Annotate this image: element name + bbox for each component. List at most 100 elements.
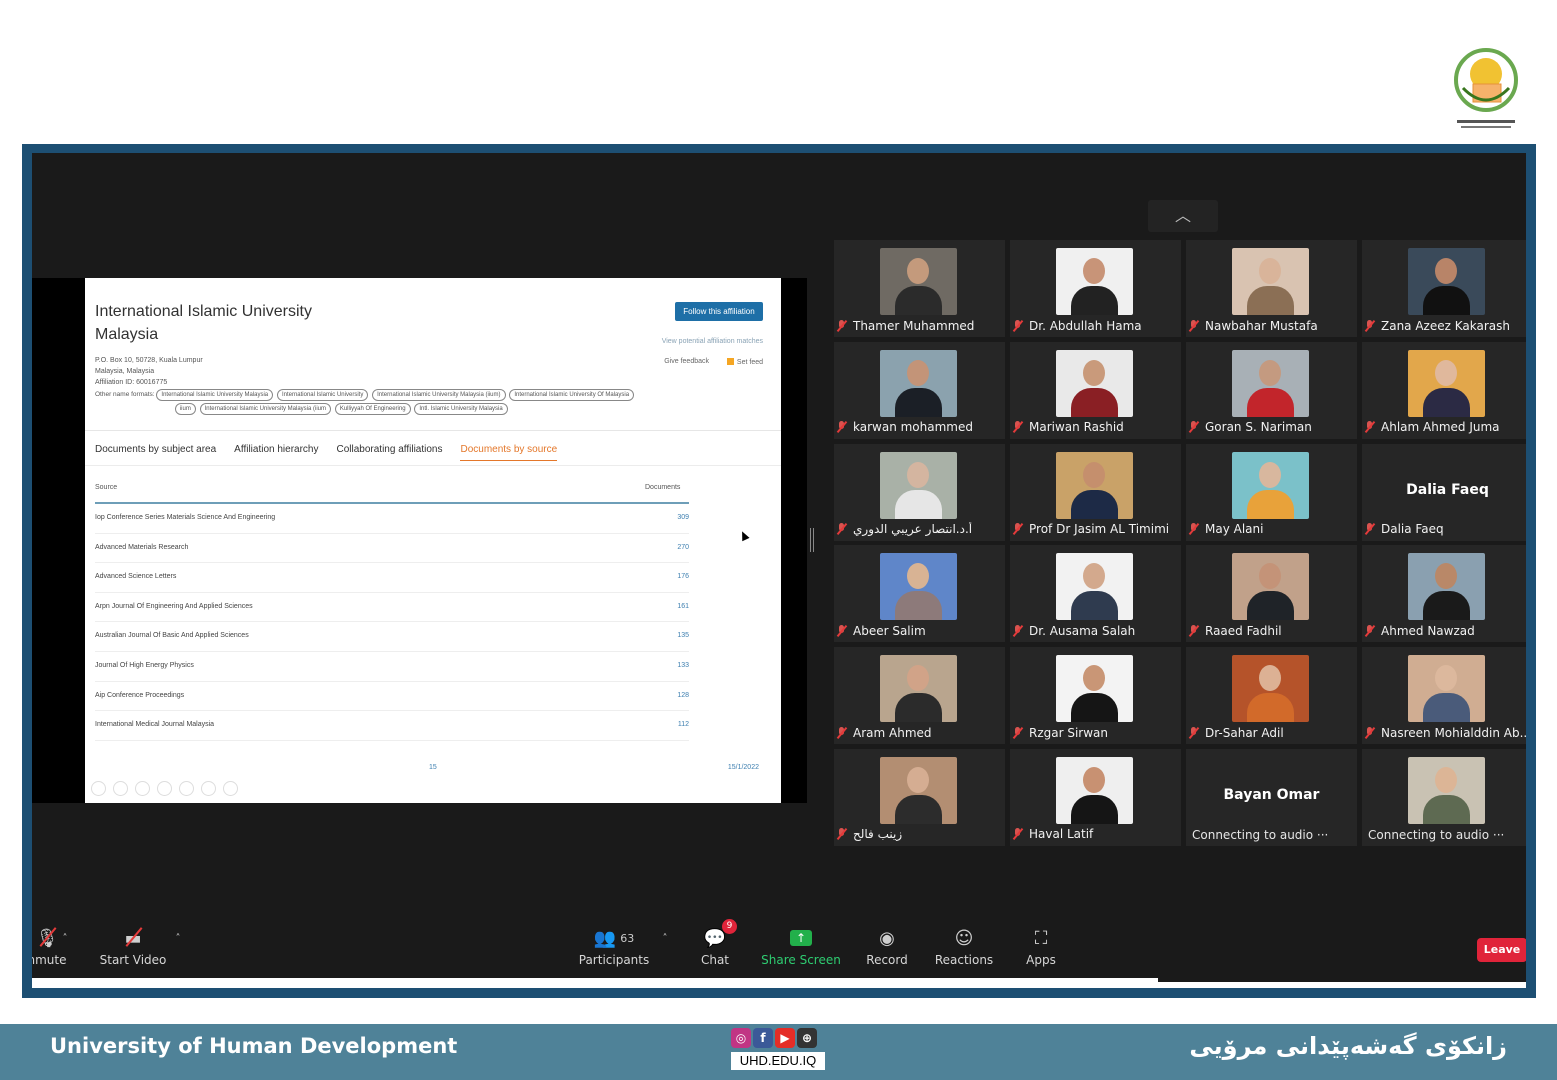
column-documents-header: Documents [645, 484, 681, 491]
participant-tile[interactable]: Zana Azeez Kakarash [1362, 240, 1526, 337]
table-row: Arpn Journal Of Engineering And Applied … [95, 593, 689, 623]
participant-video [1232, 655, 1309, 723]
gallery-page-up-button[interactable]: ︿ [1148, 200, 1218, 232]
muted-mic-icon [1188, 726, 1199, 739]
tab-affiliation-hierarchy[interactable]: Affiliation hierarchy [234, 444, 318, 461]
view-matches-link[interactable]: View potential affiliation matches [662, 338, 763, 345]
participant-tile[interactable]: Rzgar Sirwan [1010, 647, 1181, 745]
person-body [1071, 693, 1118, 723]
participant-video [880, 451, 957, 519]
source-name[interactable]: Advanced Science Letters [95, 573, 176, 580]
pdf-copy-icon[interactable] [157, 781, 172, 796]
participant-name: Nasreen Mohialddin Ab... [1381, 725, 1526, 740]
muted-mic-icon [1364, 624, 1375, 637]
participant-video [880, 349, 957, 417]
source-name[interactable]: Journal Of High Energy Physics [95, 662, 194, 669]
pdf-back-icon[interactable] [91, 781, 106, 796]
participants-button[interactable]: 👥 63 Participants [569, 923, 659, 968]
pdf-edit-icon[interactable] [135, 781, 150, 796]
participant-tile[interactable]: Dr. Abdullah Hama [1010, 240, 1181, 337]
screenshot-frame: International Islamic University Malaysi… [22, 144, 1536, 998]
participant-tile[interactable]: زينب فالح [834, 748, 1005, 846]
youtube-icon[interactable]: ▶ [775, 1028, 795, 1048]
participant-tile[interactable]: May Alani [1186, 443, 1357, 541]
participant-name-tag: Abeer Salim [836, 623, 1001, 638]
leave-button[interactable]: Leave [1477, 938, 1526, 962]
participant-tile[interactable]: Haval Latif [1010, 748, 1181, 846]
person-body [1247, 387, 1294, 417]
pdf-zoom-icon[interactable] [179, 781, 194, 796]
participant-tile[interactable]: Raaed Fadhil [1186, 545, 1357, 643]
participant-name: Raaed Fadhil [1205, 623, 1282, 638]
document-count[interactable]: 161 [677, 603, 689, 610]
participant-tile[interactable]: Dalia Faeq Dalia Faeq [1362, 443, 1526, 541]
start-video-button[interactable]: ▬ Start Video [88, 923, 178, 968]
facebook-icon[interactable]: f [753, 1028, 773, 1048]
zoom-window: International Islamic University Malaysi… [32, 153, 1526, 988]
follow-affiliation-button[interactable]: Follow this affiliation [675, 302, 763, 321]
participant-video [1408, 756, 1485, 824]
source-name[interactable]: Iop Conference Series Materials Science … [95, 514, 275, 521]
instagram-icon[interactable]: ◎ [731, 1028, 751, 1048]
website-link[interactable]: UHD.EDU.IQ [731, 1052, 825, 1070]
person-head [1435, 258, 1457, 284]
participant-tile[interactable]: Thamer Muhammed [834, 240, 1005, 337]
participant-tile[interactable]: Connecting to audio ··· [1362, 748, 1526, 846]
participant-tile[interactable]: Dr-Sahar Adil [1186, 647, 1357, 745]
participant-tile[interactable]: Ahmed Nawzad [1362, 545, 1526, 643]
table-row: Aip Conference Proceedings 128 [95, 682, 689, 712]
participant-tile[interactable]: Prof Dr Jasim AL Timimi [1010, 443, 1181, 541]
source-name[interactable]: Australian Journal Of Basic And Applied … [95, 632, 249, 639]
participant-tile[interactable]: Dr. Ausama Salah [1010, 545, 1181, 643]
participant-tile[interactable]: Abeer Salim [834, 545, 1005, 643]
document-count[interactable]: 270 [677, 544, 689, 551]
pdf-more-icon[interactable] [223, 781, 238, 796]
audio-options-caret[interactable]: ˄ [55, 923, 75, 953]
participant-tile[interactable]: Ahlam Ahmed Juma [1362, 341, 1526, 439]
splitter-handle-icon[interactable] [810, 528, 814, 552]
source-name[interactable]: Advanced Materials Research [95, 544, 188, 551]
tab-subject-area[interactable]: Documents by subject area [95, 444, 216, 461]
chat-button[interactable]: 💬 9 Chat [670, 919, 760, 967]
document-count[interactable]: 135 [677, 632, 689, 639]
social-icons: ◎ f ▶ ⊕ [731, 1028, 817, 1048]
chat-unread-badge: 9 [722, 919, 737, 934]
person-head [1259, 359, 1281, 386]
participant-name-tag: زينب فالح [836, 827, 1001, 842]
participant-tile[interactable]: Aram Ahmed [834, 647, 1005, 745]
apps-button[interactable]: ⛶ Apps [996, 923, 1086, 968]
participant-tile[interactable]: karwan mohammed [834, 341, 1005, 439]
participant-video [1408, 655, 1485, 723]
video-options-caret[interactable]: ˄ [168, 923, 188, 953]
person-head [1435, 359, 1457, 386]
scopus-affiliation-page: International Islamic University Malaysi… [85, 278, 781, 803]
muted-mic-icon [836, 828, 847, 840]
document-count[interactable]: 128 [677, 692, 689, 699]
web-icon[interactable]: ⊕ [797, 1028, 817, 1048]
university-name-kurdish: زانکۆی گەشەپێدانی مرۆیی [1189, 1032, 1507, 1060]
source-name[interactable]: International Medical Journal Malaysia [95, 721, 214, 728]
tab-collaborating-affiliations[interactable]: Collaborating affiliations [336, 444, 442, 461]
participant-tile[interactable]: Mariwan Rashid [1010, 341, 1181, 439]
participant-name-tag: Nasreen Mohialddin Ab... [1364, 725, 1526, 740]
participant-tile[interactable]: Nasreen Mohialddin Ab... [1362, 647, 1526, 745]
table-row: International Medical Journal Malaysia 11… [95, 711, 689, 741]
pdf-save-icon[interactable] [201, 781, 216, 796]
tab-documents-by-source[interactable]: Documents by source [460, 444, 558, 461]
participant-name-tag: Dalia Faeq [1364, 522, 1526, 537]
person-body [1071, 794, 1118, 824]
set-feed-link[interactable]: Set feed [727, 358, 763, 366]
participant-tile[interactable]: Bayan Omar Connecting to audio ··· [1186, 748, 1357, 846]
give-feedback-link[interactable]: Give feedback [664, 358, 709, 365]
document-count[interactable]: 176 [677, 573, 689, 580]
source-name[interactable]: Aip Conference Proceedings [95, 692, 184, 699]
document-count[interactable]: 309 [677, 514, 689, 521]
pdf-forward-icon[interactable] [113, 781, 128, 796]
participant-tile[interactable]: أ.د.انتصار عريبي الدوري [834, 443, 1005, 541]
source-name[interactable]: Arpn Journal Of Engineering And Applied … [95, 603, 253, 610]
document-count[interactable]: 112 [678, 721, 689, 728]
share-screen-button[interactable]: ↑ Share Screen [756, 923, 846, 967]
participant-tile[interactable]: Goran S. Nariman [1186, 341, 1357, 439]
document-count[interactable]: 133 [677, 662, 689, 669]
participant-tile[interactable]: Nawbahar Mustafa [1186, 240, 1357, 337]
